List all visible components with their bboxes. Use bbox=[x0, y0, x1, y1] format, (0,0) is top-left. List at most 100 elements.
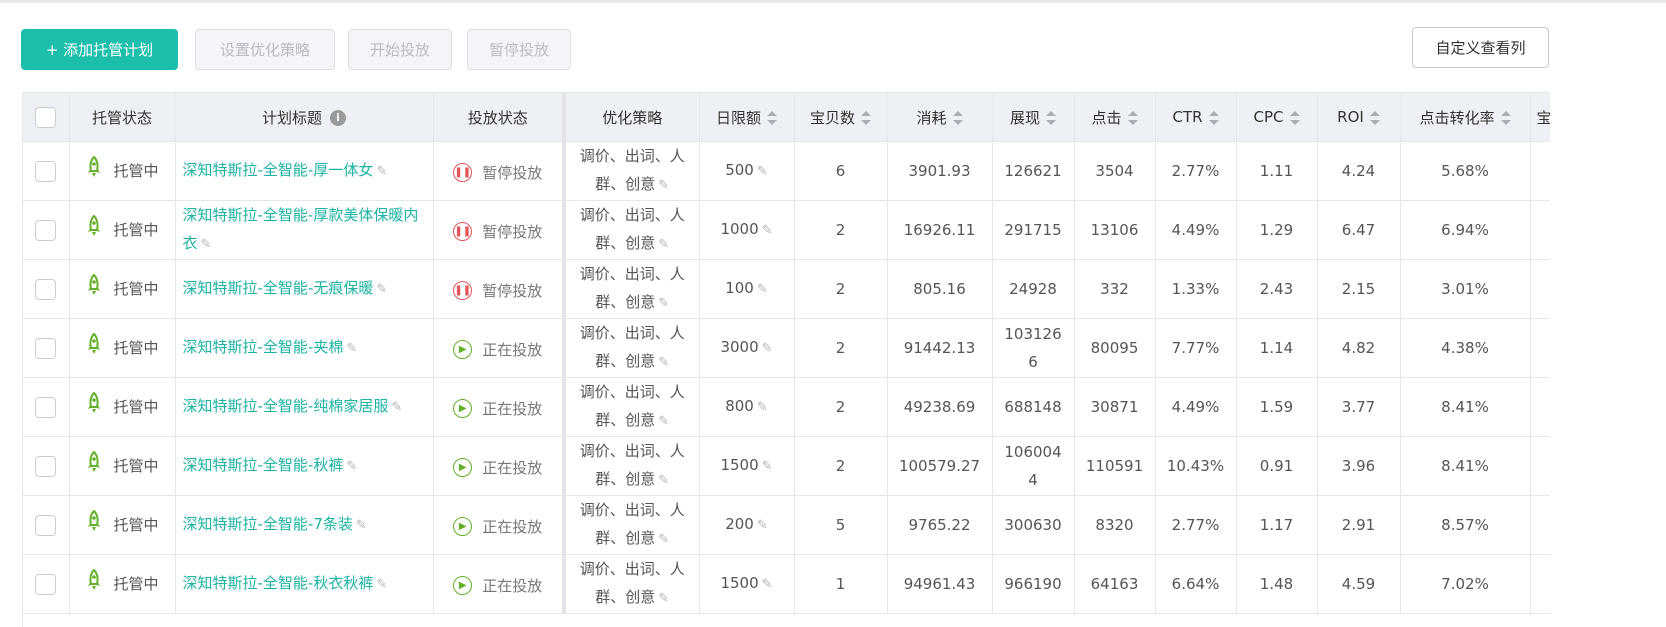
plan-title-link[interactable]: 深知特斯拉-全智能-纯棉家居服 bbox=[183, 397, 389, 415]
edit-icon[interactable]: ✎ bbox=[346, 453, 357, 481]
edit-icon[interactable]: ✎ bbox=[762, 571, 773, 599]
plan-title-link[interactable]: 深知特斯拉-全智能-夹棉 bbox=[183, 338, 344, 356]
sort-icon[interactable] bbox=[1369, 110, 1380, 125]
edit-icon[interactable]: ✎ bbox=[376, 276, 387, 304]
edit-icon[interactable]: ✎ bbox=[346, 335, 357, 363]
cell-items: 5 bbox=[794, 495, 888, 555]
info-icon[interactable]: i bbox=[330, 110, 346, 126]
sort-icon[interactable] bbox=[1127, 111, 1138, 125]
sort-icon[interactable] bbox=[952, 111, 963, 125]
row-checkbox[interactable] bbox=[35, 515, 57, 536]
play-icon[interactable]: ▶ bbox=[453, 340, 473, 359]
plan-title-link[interactable]: 深知特斯拉-全智能-厚款美体保暖内衣 bbox=[183, 206, 419, 252]
cell-managed: 托管中 bbox=[69, 200, 176, 260]
edit-icon[interactable]: ✎ bbox=[658, 231, 669, 259]
row-checkbox[interactable] bbox=[35, 338, 57, 359]
cell-strategy: 调价、出词、人群、创意 ✎ bbox=[564, 259, 700, 319]
cell-roi: 4.82 bbox=[1317, 318, 1401, 378]
col-status: 投放状态 bbox=[433, 92, 566, 142]
col-clicks[interactable]: 点击 bbox=[1074, 92, 1156, 142]
play-icon[interactable]: ▶ bbox=[453, 399, 473, 418]
edit-icon[interactable]: ✎ bbox=[658, 349, 669, 377]
col-cost[interactable]: 消耗 bbox=[887, 92, 993, 142]
edit-icon[interactable]: ✎ bbox=[757, 512, 768, 540]
row-checkbox[interactable] bbox=[35, 279, 57, 300]
cell-items: 2 bbox=[794, 436, 888, 496]
edit-icon[interactable]: ✎ bbox=[356, 512, 367, 540]
edit-icon[interactable]: ✎ bbox=[658, 467, 669, 495]
edit-icon[interactable]: ✎ bbox=[762, 217, 773, 245]
select-all-checkbox[interactable] bbox=[35, 106, 57, 128]
edit-icon[interactable]: ✎ bbox=[757, 276, 768, 304]
pause-icon[interactable]: ❚❚ bbox=[453, 222, 473, 241]
sort-icon[interactable] bbox=[1289, 110, 1300, 125]
cell-cvr: 7.02% bbox=[1400, 554, 1531, 614]
cell-cost: 16926.11 bbox=[887, 200, 993, 260]
cell-strategy: 调价、出词、人群、创意 ✎ bbox=[564, 554, 700, 614]
col-label: CTR bbox=[1172, 108, 1203, 126]
add-plan-button[interactable]: + 添加托管计划 bbox=[21, 29, 178, 70]
set-strategy-button[interactable]: 设置优化策略 bbox=[195, 29, 335, 70]
plan-title-link[interactable]: 深知特斯拉-全智能-无痕保暖 bbox=[183, 279, 374, 297]
sort-icon[interactable] bbox=[861, 111, 871, 125]
plan-title-link[interactable]: 深知特斯拉-全智能-7条装 bbox=[183, 515, 353, 533]
cell-roi: 3.77 bbox=[1317, 377, 1401, 437]
edit-icon[interactable]: ✎ bbox=[762, 453, 773, 481]
col-budget[interactable]: 日限额 bbox=[699, 92, 795, 142]
pause-icon[interactable]: ❚❚ bbox=[453, 163, 473, 182]
edit-icon[interactable]: ✎ bbox=[658, 408, 669, 436]
cell-roi: 2.15 bbox=[1317, 259, 1401, 319]
row-checkbox[interactable] bbox=[35, 456, 57, 477]
row-checkbox[interactable] bbox=[35, 220, 57, 241]
edit-icon[interactable]: ✎ bbox=[658, 172, 669, 200]
cell-impr: 291715 bbox=[992, 200, 1075, 260]
sort-icon[interactable] bbox=[1500, 111, 1511, 125]
edit-icon[interactable]: ✎ bbox=[391, 394, 402, 422]
rocket-icon bbox=[85, 332, 103, 364]
edit-icon[interactable]: ✎ bbox=[376, 571, 387, 599]
plan-title-link[interactable]: 深知特斯拉-全智能-秋裤 bbox=[183, 456, 344, 474]
row-checkbox[interactable] bbox=[35, 161, 57, 182]
edit-icon[interactable]: ✎ bbox=[201, 231, 212, 259]
col-title: 计划标题 i bbox=[175, 92, 434, 142]
sort-icon[interactable] bbox=[1208, 110, 1219, 125]
managed-label: 托管中 bbox=[113, 575, 159, 593]
cell-cost: 9765.22 bbox=[887, 495, 993, 555]
pause-button[interactable]: 暂停投放 bbox=[467, 29, 571, 70]
col-ctr[interactable]: CTR bbox=[1155, 92, 1237, 142]
col-roi[interactable]: ROI bbox=[1317, 92, 1401, 142]
plan-title-link[interactable]: 深知特斯拉-全智能-秋衣秋裤 bbox=[183, 574, 374, 592]
budget-value: 3000 bbox=[720, 338, 759, 356]
cell-clicks: 110591 bbox=[1074, 436, 1156, 496]
cell-cost: 49238.69 bbox=[887, 377, 993, 437]
edit-icon[interactable]: ✎ bbox=[658, 585, 669, 613]
play-icon[interactable]: ▶ bbox=[453, 458, 473, 477]
play-icon[interactable]: ▶ bbox=[453, 576, 473, 595]
cell-strategy: 调价、出词、人群、创意 ✎ bbox=[564, 200, 700, 260]
plan-title-link[interactable]: 深知特斯拉-全智能-厚一体女 bbox=[183, 161, 374, 179]
cell-cpc: 1.14 bbox=[1236, 318, 1318, 378]
edit-icon[interactable]: ✎ bbox=[762, 335, 773, 363]
sort-icon[interactable] bbox=[767, 111, 777, 125]
cell-roi: 2.91 bbox=[1317, 495, 1401, 555]
pause-icon[interactable]: ❚❚ bbox=[453, 281, 473, 300]
edit-icon[interactable]: ✎ bbox=[757, 158, 768, 186]
start-button[interactable]: 开始投放 bbox=[348, 29, 452, 70]
edit-icon[interactable]: ✎ bbox=[757, 394, 768, 422]
sort-icon[interactable] bbox=[1046, 111, 1056, 125]
col-items[interactable]: 宝贝数 bbox=[794, 92, 888, 142]
edit-icon[interactable]: ✎ bbox=[376, 158, 387, 186]
play-icon[interactable]: ▶ bbox=[453, 517, 473, 536]
cell-title: 深知特斯拉-全智能-厚一体女 ✎ bbox=[175, 141, 434, 201]
edit-icon[interactable]: ✎ bbox=[658, 526, 669, 554]
cell-partial bbox=[1530, 495, 1550, 555]
custom-columns-button[interactable]: 自定义查看列 bbox=[1412, 27, 1549, 68]
col-cvr[interactable]: 点击转化率 bbox=[1400, 92, 1531, 142]
cell-ctr: 2.77% bbox=[1155, 495, 1237, 555]
row-checkbox[interactable] bbox=[35, 574, 57, 595]
row-checkbox[interactable] bbox=[35, 397, 57, 418]
col-impr[interactable]: 展现 bbox=[992, 92, 1075, 142]
col-cpc[interactable]: CPC bbox=[1236, 92, 1318, 142]
edit-icon[interactable]: ✎ bbox=[658, 290, 669, 318]
col-label: ROI bbox=[1337, 108, 1364, 126]
